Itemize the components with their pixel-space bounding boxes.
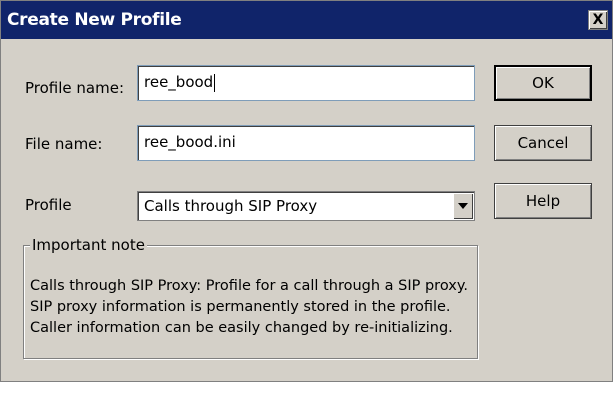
text-caret [214,73,216,92]
chevron-down-icon[interactable] [453,193,473,219]
note-line: Calls through SIP Proxy: Profile for a c… [30,278,468,294]
create-profile-dialog: Create New Profile X Profile name: ree_b… [0,0,613,382]
file-name-label: File name: [25,135,103,153]
cancel-button[interactable]: Cancel [494,125,592,161]
note-line: Caller information can be easily changed… [30,320,453,336]
ok-button[interactable]: OK [494,65,592,101]
important-note-group: Important note Calls through SIP Proxy: … [23,236,478,359]
important-note-text: Calls through SIP Proxy: Profile for a c… [30,276,470,339]
file-name-value: ree_bood.ini [144,133,236,151]
help-button[interactable]: Help [494,183,592,219]
profile-name-value: ree_bood [144,73,214,91]
dialog-title: Create New Profile [7,10,182,30]
important-note-title: Important note [30,236,147,254]
close-button[interactable]: X [588,10,608,30]
profile-select[interactable]: Calls through SIP Proxy [137,191,475,221]
file-name-input[interactable]: ree_bood.ini [137,125,475,161]
profile-label: Profile [25,196,72,214]
title-bar: Create New Profile X [1,1,612,39]
profile-select-value: Calls through SIP Proxy [144,197,318,215]
close-icon: X [592,12,604,28]
profile-name-label: Profile name: [25,79,125,97]
profile-name-input[interactable]: ree_bood [137,65,475,101]
note-line: SIP proxy information is permanently sto… [30,299,451,315]
